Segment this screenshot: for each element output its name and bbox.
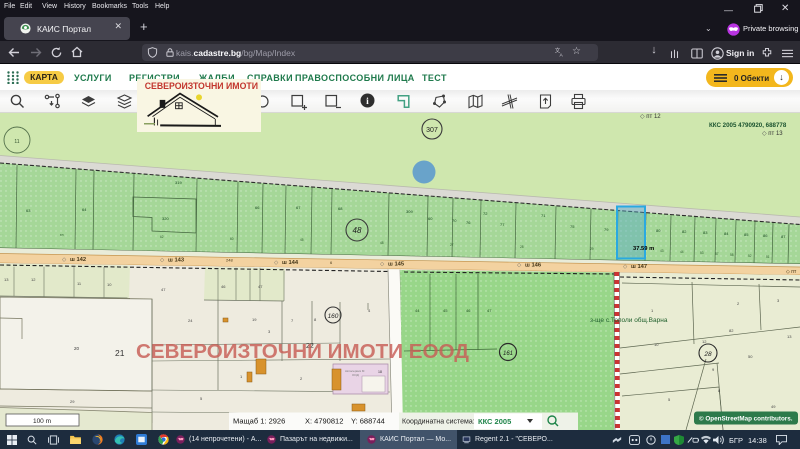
svg-text:ш 146: ш 146: [525, 263, 542, 269]
svg-text:12: 12: [31, 277, 36, 282]
svg-text:Y: 688744: Y: 688744: [351, 417, 385, 426]
svg-text:248: 248: [226, 258, 233, 263]
svg-text:100 m: 100 m: [33, 418, 51, 425]
svg-text:11: 11: [14, 139, 19, 145]
svg-text:ш 142: ш 142: [70, 257, 86, 263]
svg-text:62: 62: [160, 235, 164, 239]
svg-text:53: 53: [700, 251, 704, 255]
svg-text:13: 13: [4, 277, 9, 282]
svg-text:20: 20: [74, 346, 80, 351]
svg-text:84: 84: [724, 231, 729, 236]
svg-text:43: 43: [660, 249, 664, 253]
svg-text:ООД: ООД: [352, 373, 359, 377]
svg-text:82: 82: [682, 229, 687, 234]
svg-text:37.59 m: 37.59 m: [633, 246, 654, 252]
svg-text:ш 144: ш 144: [282, 260, 299, 266]
svg-text:46: 46: [466, 308, 471, 313]
svg-text:79: 79: [604, 227, 609, 232]
svg-text:47: 47: [258, 284, 263, 289]
svg-text:45: 45: [300, 238, 304, 242]
svg-text:87: 87: [781, 234, 786, 239]
svg-text:◇ пт 13: ◇ пт 13: [762, 131, 783, 137]
svg-text:10: 10: [107, 282, 112, 287]
svg-text:86: 86: [763, 233, 768, 238]
svg-text:80: 80: [656, 228, 661, 233]
svg-text:72: 72: [483, 211, 488, 216]
svg-text:29: 29: [590, 247, 594, 251]
svg-text:66: 66: [255, 205, 260, 210]
svg-text:44: 44: [415, 308, 420, 313]
svg-text:309: 309: [406, 209, 413, 214]
svg-text:47: 47: [161, 287, 166, 292]
svg-text:58: 58: [730, 253, 734, 257]
svg-text:161: 161: [503, 351, 513, 357]
svg-text:21: 21: [115, 348, 125, 358]
svg-text:85: 85: [744, 232, 749, 237]
svg-text:76: 76: [466, 220, 471, 225]
svg-text:Координатна система:: Координатна система:: [402, 419, 475, 426]
svg-text:ел: ел: [60, 233, 64, 237]
svg-text:Мащаб 1: 2926: Мащаб 1: 2926: [233, 417, 285, 426]
svg-text:71: 71: [541, 213, 546, 218]
svg-text:57: 57: [715, 252, 719, 256]
svg-text:ш 147: ш 147: [631, 264, 647, 270]
svg-text:СЕВЕРОИЗТОЧНИ ИМОТИ ЕООД: СЕВЕРОИЗТОЧНИ ИМОТИ ЕООД: [136, 341, 469, 363]
svg-text:50: 50: [748, 354, 753, 359]
svg-text:◇ пт 12: ◇ пт 12: [640, 114, 661, 120]
svg-text:10: 10: [654, 342, 659, 347]
svg-text:51: 51: [766, 255, 770, 259]
svg-text:© OpenStreetMap contributors: © OpenStreetMap contributors.: [699, 415, 793, 423]
svg-text:47: 47: [487, 308, 492, 313]
svg-text:ш 145: ш 145: [388, 262, 405, 268]
svg-text:ККС 2005: ККС 2005: [478, 417, 511, 426]
svg-text:29: 29: [70, 399, 75, 404]
svg-text:70: 70: [452, 218, 457, 223]
svg-text:49: 49: [771, 404, 776, 409]
svg-text:75: 75: [570, 224, 575, 229]
svg-text:60: 60: [230, 237, 234, 241]
svg-text:24: 24: [188, 318, 193, 323]
svg-text:28: 28: [520, 245, 524, 249]
svg-text:13: 13: [787, 334, 792, 339]
svg-text:28: 28: [703, 351, 712, 358]
svg-text:з-ще с.Тополи общ.Варна: з-ще с.Тополи общ.Варна: [590, 316, 668, 324]
svg-text:77: 77: [500, 222, 505, 227]
svg-text:320: 320: [162, 216, 169, 221]
svg-text:82: 82: [729, 328, 734, 333]
svg-text:12: 12: [702, 339, 707, 344]
svg-text:45: 45: [443, 308, 448, 313]
svg-text:18: 18: [378, 370, 382, 374]
svg-text:319: 319: [175, 180, 182, 185]
svg-text:44: 44: [680, 250, 684, 254]
svg-text:52: 52: [748, 254, 752, 258]
svg-text:83: 83: [703, 230, 708, 235]
svg-text:64: 64: [82, 207, 87, 212]
svg-text:i: i: [366, 97, 369, 107]
svg-text:160: 160: [328, 313, 339, 320]
svg-text:48: 48: [380, 241, 384, 245]
svg-text:27: 27: [450, 243, 454, 247]
svg-text:68: 68: [338, 206, 343, 211]
svg-text:ш 143: ш 143: [168, 258, 185, 264]
svg-text:19: 19: [252, 317, 257, 322]
svg-text:X: 4790812: X: 4790812: [305, 417, 343, 426]
svg-text:48: 48: [353, 226, 362, 235]
svg-text:63: 63: [26, 208, 31, 213]
svg-text:60: 60: [428, 216, 433, 221]
svg-text:67: 67: [296, 205, 301, 210]
svg-text:46: 46: [221, 284, 226, 289]
svg-text:ККС 2005 4790920, 688778: ККС 2005 4790920, 688778: [709, 122, 787, 129]
svg-text:◇ пт: ◇ пт: [786, 269, 797, 275]
svg-text:A: A: [560, 53, 564, 58]
svg-text:307: 307: [426, 127, 438, 134]
